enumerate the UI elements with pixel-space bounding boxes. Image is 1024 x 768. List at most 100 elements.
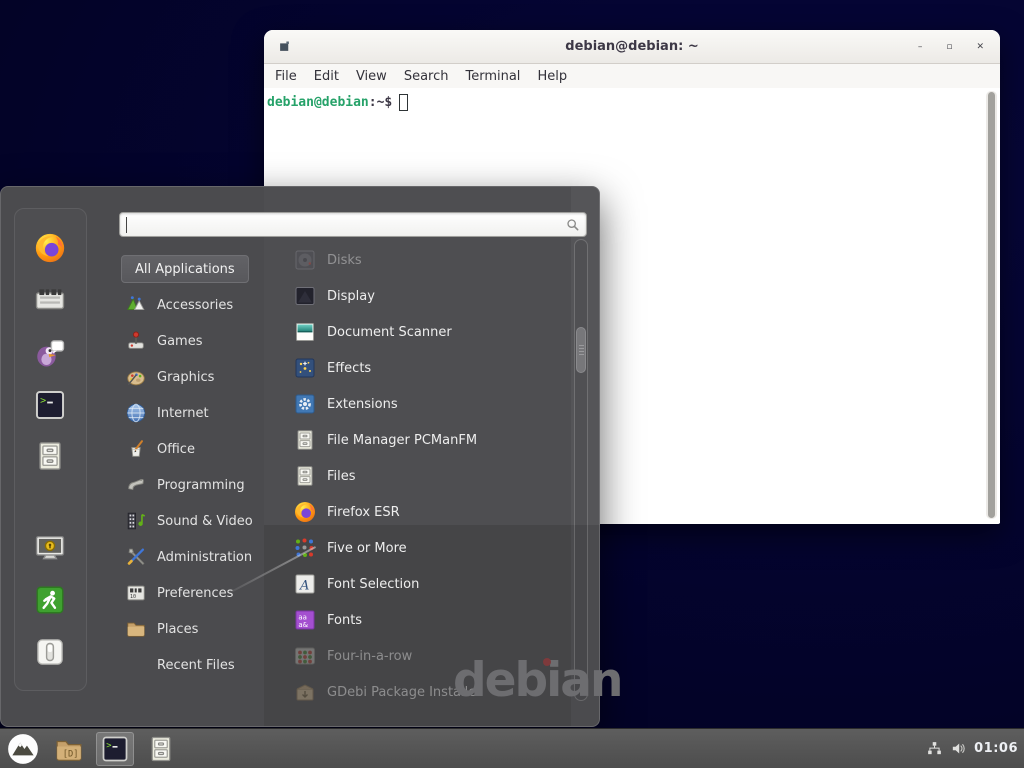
scrollbar-grip (579, 345, 584, 355)
minimize-button[interactable]: – (918, 43, 923, 52)
accessories-icon (125, 294, 147, 316)
category-preferences[interactable]: 10 Preferences (119, 575, 265, 611)
cabinet-icon (293, 464, 317, 488)
games-icon (125, 330, 147, 352)
app-display[interactable]: Display (265, 278, 571, 314)
category-sound-video[interactable]: Sound & Video (119, 503, 265, 539)
preferences-icon: 10 (125, 582, 147, 604)
terminal-launcher[interactable]: > (96, 732, 134, 766)
sound-video-icon (125, 510, 147, 532)
app-label: File Manager PCManFM (327, 433, 477, 448)
app-label: Firefox ESR (327, 505, 400, 520)
close-button[interactable]: ✕ (976, 43, 984, 52)
mixer-favorite-icon[interactable] (33, 283, 67, 317)
category-label: Preferences (157, 586, 233, 601)
effects-icon (293, 356, 317, 380)
app-label: Four-in-a-row (327, 649, 412, 664)
terminal-menu-search[interactable]: Search (404, 69, 449, 84)
file-manager-favorite-icon[interactable] (33, 439, 67, 473)
category-internet[interactable]: Internet (119, 395, 265, 431)
category-accessories[interactable]: Accessories (119, 287, 265, 323)
lock-screen-button[interactable] (33, 531, 67, 565)
app-disks[interactable]: Disks (265, 242, 571, 278)
svg-text:>: > (40, 396, 46, 407)
firefox-icon (293, 500, 317, 524)
terminal-menu-terminal[interactable]: Terminal (465, 69, 520, 84)
category-graphics[interactable]: Graphics (119, 359, 265, 395)
app-files[interactable]: Files (265, 458, 571, 494)
category-recent-files[interactable]: Recent Files (119, 647, 265, 683)
system-tray: 01:06 (926, 729, 1018, 768)
file-manager-launcher[interactable]: [D] (50, 732, 88, 766)
category-games[interactable]: Games (119, 323, 265, 359)
terminal-scrollbar-thumb[interactable] (988, 92, 995, 518)
administration-icon (125, 546, 147, 568)
desktop: debian@debian: ~ –▫✕ FileEditViewSearchT… (0, 0, 1024, 768)
menu-search-input[interactable] (127, 214, 557, 235)
app-file-manager-pcmanfm[interactable]: File Manager PCManFM (265, 422, 571, 458)
category-label: Internet (157, 406, 209, 421)
app-extensions[interactable]: Extensions (265, 386, 571, 422)
disks-icon (293, 248, 317, 272)
terminal-scrollbar[interactable] (986, 91, 997, 519)
app-label: Document Scanner (327, 325, 452, 340)
blank-icon (125, 654, 147, 676)
pidgin-favorite-icon[interactable] (33, 336, 67, 370)
terminal-menubar: File Edit View Search Terminal Help (264, 64, 1000, 88)
terminal-favorite-icon[interactable]: > (33, 388, 67, 422)
folder-d-icon: [D] (54, 734, 84, 764)
category-label: Sound & Video (157, 514, 253, 529)
menu-search-box[interactable] (119, 212, 587, 237)
window-controls: – ▫ ✕ (918, 30, 984, 64)
selected-category-button[interactable]: All Applications (121, 255, 249, 283)
svg-text:a&: a& (298, 621, 308, 629)
terminal-menu-edit[interactable]: Edit (314, 69, 339, 84)
category-label: Accessories (157, 298, 233, 313)
menu-scrollbar-thumb[interactable] (576, 327, 586, 373)
category-all-applications[interactable]: All Applications (119, 251, 265, 287)
terminal-menu-view[interactable]: View (356, 69, 387, 84)
app-label: Files (327, 469, 356, 484)
app-fonts[interactable]: aaa&Fonts (265, 602, 571, 638)
log-out-button[interactable] (33, 583, 67, 617)
network-icon[interactable] (926, 740, 943, 757)
category-administration[interactable]: Administration (119, 539, 265, 575)
app-label: Disks (327, 253, 362, 268)
application-list: Disks Display Document Scanner EffectsExten… (265, 242, 571, 701)
menu-logo-icon (6, 732, 40, 766)
taskbar: [D] > 01:06 (0, 728, 1024, 768)
maximize-button[interactable]: ▫ (946, 43, 952, 52)
programming-icon (125, 474, 147, 496)
files-launcher[interactable] (142, 732, 180, 766)
app-label: GDebi Package Installer (327, 685, 482, 700)
app-firefox-esr[interactable]: Firefox ESR (265, 494, 571, 530)
font-selection-icon: A (293, 572, 317, 596)
category-label: Programming (157, 478, 245, 493)
app-label: Display (327, 289, 375, 304)
category-list: All Applications Accessories GamesGraphics… (119, 251, 265, 683)
prompt-suffix: :~$ (369, 95, 392, 110)
terminal-titlebar[interactable]: debian@debian: ~ –▫✕ (264, 30, 1000, 64)
category-office[interactable]: Office (119, 431, 265, 467)
category-places[interactable]: Places (119, 611, 265, 647)
category-programming[interactable]: Programming (119, 467, 265, 503)
terminal-menu-help[interactable]: Help (537, 69, 567, 84)
app-effects[interactable]: Effects (265, 350, 571, 386)
terminal-menu-file[interactable]: File (275, 69, 297, 84)
svg-text:10: 10 (130, 594, 136, 600)
taskbar-clock[interactable]: 01:06 (974, 741, 1018, 756)
app-four-in-a-row[interactable]: Four-in-a-row (265, 638, 571, 674)
terminal-cursor (399, 94, 408, 111)
scanner-icon (293, 320, 317, 344)
app-document-scanner[interactable]: Document Scanner (265, 314, 571, 350)
menu-scrollbar[interactable] (574, 239, 588, 701)
app-gdebi-package-installer[interactable]: GDebi Package Installer (265, 674, 571, 701)
app-font-selection[interactable]: AFont Selection (265, 566, 571, 602)
svg-text:>: > (106, 740, 111, 750)
category-label: Administration (157, 550, 252, 565)
firefox-favorite-icon[interactable] (33, 231, 67, 265)
svg-text:A: A (299, 579, 309, 594)
menu-button[interactable] (4, 732, 42, 766)
shut-down-button[interactable] (33, 635, 67, 669)
volume-icon[interactable] (950, 740, 967, 757)
